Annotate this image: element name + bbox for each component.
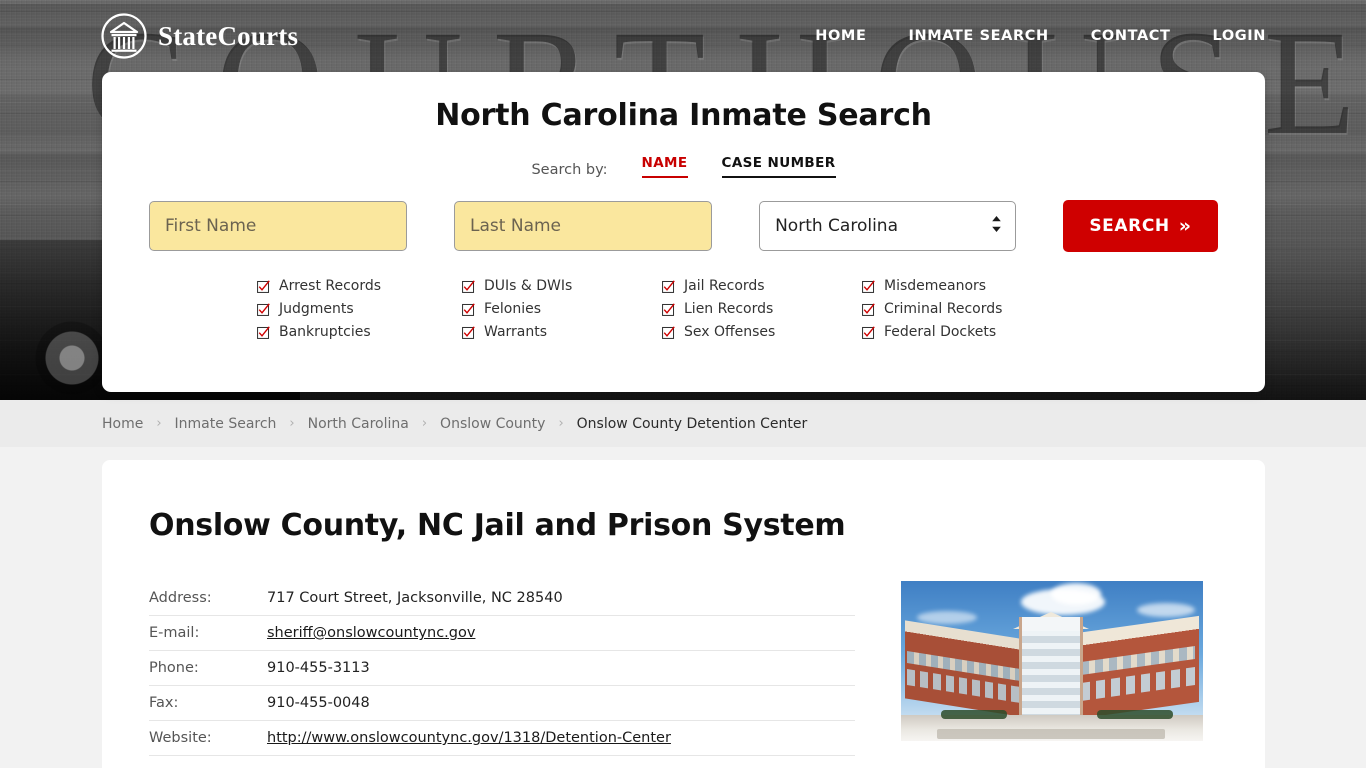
- checkbox-checked-icon: [257, 279, 270, 293]
- first-name-input[interactable]: [149, 201, 408, 251]
- shrub: [941, 710, 1007, 719]
- brand-name: StateCourts: [158, 20, 299, 51]
- record-type-item[interactable]: Felonies: [462, 301, 662, 317]
- checkbox-checked-icon: [462, 302, 475, 316]
- checkbox-checked-icon: [662, 279, 675, 293]
- record-type-item[interactable]: Jail Records: [662, 278, 862, 294]
- search-button[interactable]: SEARCH »: [1062, 200, 1218, 252]
- checkbox-checked-icon: [462, 279, 475, 293]
- record-type-item[interactable]: Criminal Records: [862, 301, 1145, 317]
- courthouse-circle-icon: [100, 12, 148, 60]
- state-select[interactable]: North Carolina: [759, 201, 1016, 251]
- search-button-label: SEARCH: [1089, 216, 1170, 236]
- cloud-shape: [917, 611, 977, 624]
- walkway: [937, 729, 1165, 739]
- chevron-right-icon: ›: [421, 416, 428, 431]
- tab-case-number[interactable]: CASE NUMBER: [721, 155, 836, 178]
- main-nav: HOME INMATE SEARCH CONTACT LOGIN: [815, 28, 1266, 44]
- table-row: Website: http://www.onslowcountync.gov/1…: [149, 721, 855, 756]
- top-navigation-bar: StateCourts HOME INMATE SEARCH CONTACT L…: [0, 0, 1366, 72]
- table-row: Address: 717 Court Street, Jacksonville,…: [149, 581, 855, 616]
- table-row: E-mail: sheriff@onslowcountync.gov: [149, 616, 855, 651]
- shrub: [1097, 710, 1173, 719]
- record-type-label: Felonies: [484, 301, 542, 317]
- detention-center-photo: [901, 581, 1203, 741]
- record-type-label: Arrest Records: [279, 278, 382, 294]
- record-type-label: Sex Offenses: [684, 324, 776, 340]
- cloud-shape: [1051, 583, 1101, 605]
- checkbox-checked-icon: [257, 302, 270, 316]
- page-title: Onslow County, NC Jail and Prison System: [149, 508, 846, 543]
- record-type-label: Criminal Records: [884, 301, 1003, 317]
- checkbox-checked-icon: [662, 302, 675, 316]
- checkbox-checked-icon: [862, 325, 875, 339]
- info-value: 910-455-0048: [267, 695, 370, 711]
- record-type-label: Bankruptcies: [279, 324, 371, 340]
- record-type-item[interactable]: Warrants: [462, 324, 662, 340]
- double-chevron-right-icon: »: [1178, 214, 1192, 237]
- last-name-input[interactable]: [454, 201, 713, 251]
- cloud-shape: [1137, 603, 1195, 617]
- breadcrumb-item-home[interactable]: Home: [102, 416, 143, 432]
- table-row: Phone: 910-455-3113: [149, 651, 855, 686]
- info-label: E-mail:: [149, 625, 200, 641]
- record-type-label: Warrants: [484, 324, 548, 340]
- record-type-list: Arrest Records DUIs & DWIs Jail Records …: [102, 278, 1265, 340]
- state-select-wrapper: North Carolina: [759, 201, 1016, 251]
- email-link[interactable]: sheriff@onslowcountync.gov: [267, 625, 475, 641]
- record-type-item[interactable]: DUIs & DWIs: [462, 278, 662, 294]
- record-type-item[interactable]: Arrest Records: [257, 278, 462, 294]
- record-type-label: Misdemeanors: [884, 278, 987, 294]
- table-row: Fax: 910-455-0048: [149, 686, 855, 721]
- search-fields-row: North Carolina SEARCH »: [102, 200, 1265, 252]
- checkbox-checked-icon: [257, 325, 270, 339]
- search-by-row: Search by: NAME CASE NUMBER: [102, 155, 1265, 178]
- search-by-label: Search by:: [531, 162, 608, 178]
- record-type-label: Federal Dockets: [884, 324, 997, 340]
- facility-info-table: Address: 717 Court Street, Jacksonville,…: [149, 581, 855, 756]
- checkbox-checked-icon: [862, 279, 875, 293]
- chevron-right-icon: ›: [289, 416, 295, 431]
- checkbox-checked-icon: [462, 325, 475, 339]
- breadcrumb-item-onslow-county[interactable]: Onslow County: [440, 416, 545, 432]
- breadcrumb-item-inmate-search[interactable]: Inmate Search: [175, 416, 277, 432]
- nav-item-inmate-search[interactable]: INMATE SEARCH: [908, 28, 1048, 44]
- record-type-label: Judgments: [279, 301, 354, 317]
- info-label: Phone:: [149, 660, 199, 676]
- breadcrumb: Home › Inmate Search › North Carolina › …: [0, 400, 1366, 447]
- record-type-item[interactable]: Federal Dockets: [862, 324, 1145, 340]
- inmate-search-card: North Carolina Inmate Search Search by: …: [102, 72, 1265, 392]
- nav-item-home[interactable]: HOME: [815, 28, 866, 44]
- record-type-item[interactable]: Sex Offenses: [662, 324, 862, 340]
- search-card-title: North Carolina Inmate Search: [435, 98, 932, 133]
- facility-body: Address: 717 Court Street, Jacksonville,…: [102, 581, 1265, 756]
- record-type-item[interactable]: Judgments: [257, 301, 462, 317]
- record-type-item[interactable]: Bankruptcies: [257, 324, 462, 340]
- building-glass-entrance: [1019, 617, 1083, 721]
- breadcrumb-item-north-carolina[interactable]: North Carolina: [308, 416, 409, 432]
- facility-detail-card: Onslow County, NC Jail and Prison System…: [102, 460, 1265, 768]
- checkbox-checked-icon: [862, 302, 875, 316]
- checkbox-checked-icon: [662, 325, 675, 339]
- record-type-label: Lien Records: [684, 301, 774, 317]
- site-logo[interactable]: StateCourts: [100, 12, 298, 60]
- chevron-right-icon: ›: [558, 416, 564, 431]
- record-type-item[interactable]: Misdemeanors: [862, 278, 1145, 294]
- website-link[interactable]: http://www.onslowcountync.gov/1318/Deten…: [267, 730, 671, 746]
- info-label: Fax:: [149, 695, 179, 711]
- chevron-right-icon: ›: [156, 416, 162, 431]
- info-value: 910-455-3113: [267, 660, 370, 676]
- record-type-label: DUIs & DWIs: [484, 278, 573, 294]
- record-type-item[interactable]: Lien Records: [662, 301, 862, 317]
- breadcrumb-item-current: Onslow County Detention Center: [576, 415, 808, 432]
- info-label: Website:: [149, 730, 212, 746]
- record-type-label: Jail Records: [684, 278, 765, 294]
- nav-item-login[interactable]: LOGIN: [1213, 28, 1266, 44]
- info-label: Address:: [149, 590, 212, 606]
- info-value: 717 Court Street, Jacksonville, NC 28540: [267, 590, 563, 606]
- tab-name[interactable]: NAME: [641, 155, 688, 178]
- nav-item-contact[interactable]: CONTACT: [1091, 28, 1171, 44]
